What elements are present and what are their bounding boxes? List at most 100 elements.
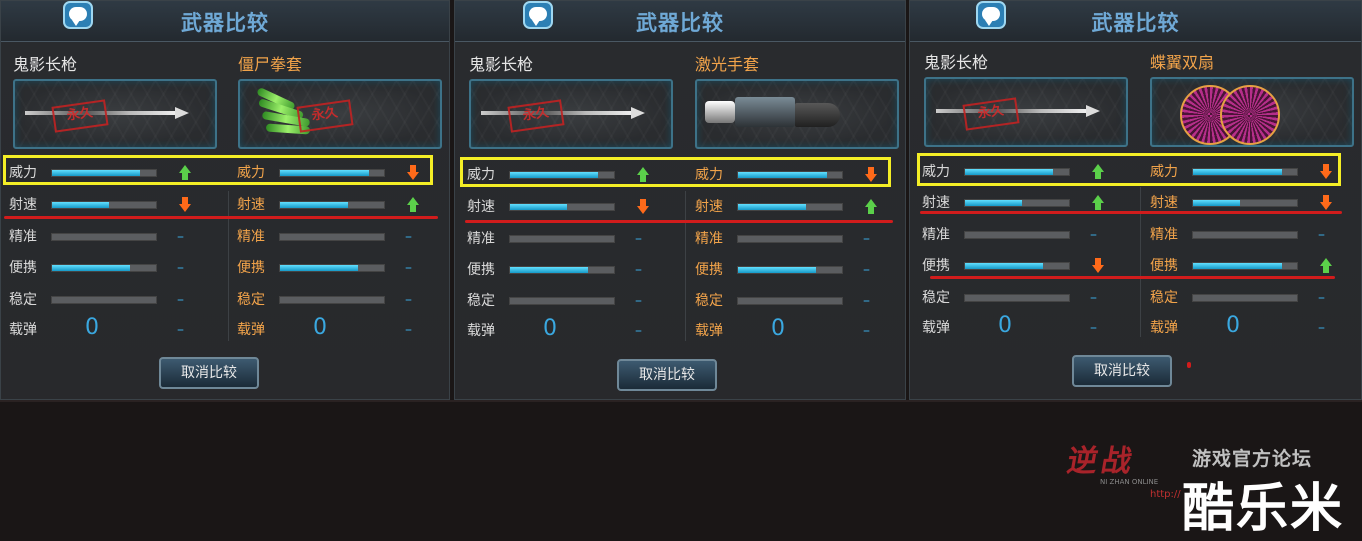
ammo-value: 0	[543, 316, 557, 341]
dash-icon: –	[1090, 227, 1097, 243]
stat-bar	[964, 231, 1070, 239]
stat-row-fire-rate: 射速	[1150, 193, 1361, 213]
indicator-dash: –	[1318, 320, 1325, 336]
stat-row-fire-rate: 射速	[922, 193, 1142, 213]
stat-label: 稳定	[1150, 290, 1178, 306]
stat-bar	[279, 201, 385, 209]
stat-label: 便携	[1150, 258, 1178, 274]
stat-row-ammo: 载弹 0 –	[237, 315, 449, 340]
indicator-dash: –	[177, 322, 184, 338]
watermark-url: http://	[1150, 489, 1181, 500]
stat-bar-fill	[738, 267, 816, 273]
stat-label: 精准	[922, 227, 950, 243]
stat-bar-fill	[52, 265, 130, 271]
stat-row-ammo: 载弹 0 –	[467, 316, 687, 341]
stat-bar-fill	[510, 204, 568, 210]
dash-icon: –	[863, 293, 870, 309]
weapon-name: 鬼影长枪	[469, 55, 534, 74]
ammo-value: 0	[1226, 313, 1240, 338]
cancel-compare-button[interactable]: 取消比较	[159, 357, 259, 389]
stat-label: 射速	[237, 197, 265, 213]
stat-bar-fill	[280, 202, 348, 208]
stat-bar-fill	[965, 263, 1043, 269]
stat-row-accuracy: 精准 –	[237, 227, 449, 247]
arrow-up-icon	[1092, 195, 1104, 211]
cancel-compare-button[interactable]: 取消比较	[1072, 355, 1172, 387]
highlight-box-power	[917, 153, 1341, 186]
panel-title: 武器比较	[181, 11, 269, 35]
panel-title: 武器比较	[1091, 11, 1180, 35]
dash-icon: –	[405, 292, 412, 308]
stat-label: 载弹	[9, 322, 37, 338]
stat-label: 射速	[9, 197, 37, 213]
stat-row-accuracy: 精准 –	[922, 225, 1142, 245]
stat-label: 射速	[1150, 195, 1178, 211]
game-logo-sub: NI ZHAN ONLINE	[1100, 478, 1159, 486]
stat-row-portability: 便携 –	[9, 258, 229, 278]
arrow-down-icon	[1092, 258, 1104, 274]
stat-row-ammo: 载弹 0 –	[1150, 313, 1361, 338]
dash-icon: –	[1318, 227, 1325, 243]
stat-row-accuracy: 精准 –	[467, 229, 687, 249]
weapon-image-slot: 永久	[924, 77, 1128, 147]
cancel-compare-button[interactable]: 取消比较	[617, 359, 717, 391]
weapon-image-slot: 永久	[238, 79, 442, 149]
stat-bar	[51, 233, 157, 241]
stat-bar	[964, 294, 1070, 302]
game-logo: 逆战	[1064, 444, 1139, 479]
stat-label: 便携	[237, 260, 265, 276]
weapon-compare-panel-2: 武器比较 鬼影长枪 永久 激光手套 威力 射速 精准 – 便携 – 稳定 – 载…	[454, 0, 906, 400]
stat-label: 稳定	[695, 293, 723, 309]
stat-label: 便携	[9, 260, 37, 276]
stat-bar	[509, 266, 615, 274]
dash-icon: –	[1318, 290, 1325, 306]
ammo-value: 0	[85, 315, 99, 340]
weapon-compare-panel-1: 武器比较 鬼影长枪 永久 僵尸拳套 永久 威力 射速 精准 – 便携 – 稳定 …	[0, 0, 450, 400]
weapon-image-slot	[695, 79, 899, 149]
arrow-down-icon	[1320, 195, 1332, 211]
dash-icon: –	[635, 262, 642, 278]
stat-bar-fill	[738, 204, 806, 210]
stat-row-stability: 稳定 –	[237, 290, 449, 310]
dash-icon: –	[405, 260, 412, 276]
stat-label: 稳定	[467, 293, 495, 309]
stat-bar-fill	[510, 267, 588, 273]
stat-bar	[737, 266, 843, 274]
marker-dot	[1187, 362, 1191, 368]
underline-fire-rate	[920, 211, 1342, 214]
stat-label: 载弹	[467, 323, 495, 339]
stat-bar	[51, 296, 157, 304]
stat-label: 便携	[467, 262, 495, 278]
stat-label: 便携	[695, 262, 723, 278]
underline-portability	[930, 276, 1335, 279]
stat-row-ammo: 载弹 0 –	[9, 315, 229, 340]
stat-bar	[1192, 262, 1298, 270]
stat-bar	[737, 203, 843, 211]
stat-label: 载弹	[1150, 320, 1178, 336]
stat-label: 精准	[467, 231, 495, 247]
stat-bar	[509, 203, 615, 211]
weapon-name: 僵尸拳套	[238, 55, 303, 74]
stat-row-portability: 便携 –	[467, 260, 687, 280]
stat-label: 射速	[467, 199, 495, 215]
stat-bar	[509, 235, 615, 243]
ammo-value: 0	[771, 316, 785, 341]
stat-label: 精准	[9, 229, 37, 245]
stat-row-stability: 稳定 –	[467, 291, 687, 311]
highlight-box-power	[3, 155, 433, 185]
arrow-up-icon	[1320, 258, 1332, 274]
stat-label: 便携	[922, 258, 950, 274]
stat-row-portability: 便携	[922, 256, 1142, 276]
arrow-up-icon	[407, 197, 419, 213]
stat-bar	[279, 264, 385, 272]
stat-row-portability: 便携	[1150, 256, 1361, 276]
stat-bar-fill	[965, 200, 1023, 206]
stat-bar-fill	[1193, 200, 1240, 206]
laser-glove-image	[705, 91, 845, 135]
stat-bar	[509, 297, 615, 305]
stat-bar	[964, 262, 1070, 270]
weapon-image-slot: 永久	[469, 79, 673, 149]
weapon-compare-panel-3: 武器比较 鬼影长枪 永久 蝶翼双扇 威力 射速 精准 – 便携 稳定 – 载弹 …	[909, 0, 1362, 400]
weapon-name: 鬼影长枪	[924, 53, 989, 72]
underline-fire-rate	[465, 220, 893, 223]
